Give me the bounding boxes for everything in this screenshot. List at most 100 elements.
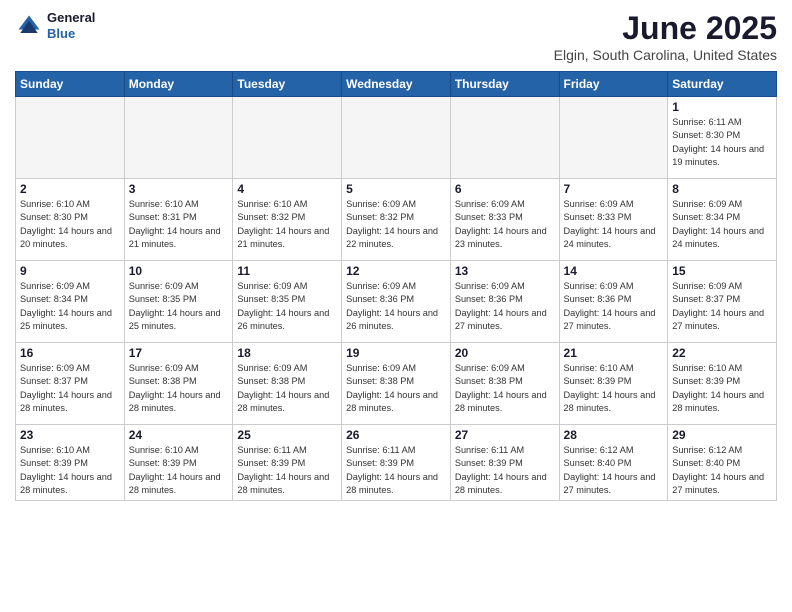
day-number: 25	[237, 428, 337, 442]
day-number: 28	[564, 428, 664, 442]
day-info: Sunrise: 6:10 AMSunset: 8:39 PMDaylight:…	[564, 362, 664, 415]
day-number: 1	[672, 100, 772, 114]
table-row: 27 Sunrise: 6:11 AMSunset: 8:39 PMDayligh…	[450, 425, 559, 501]
table-row: 20Sunrise: 6:09 AMSunset: 8:38 PMDayligh…	[450, 343, 559, 425]
day-number: 27	[455, 428, 555, 442]
day-info: Sunrise: 6:12 AMSunset: 8:40 PMDaylight:…	[564, 444, 664, 497]
day-number: 16	[20, 346, 120, 360]
day-info: Sunrise: 6:12 AMSunset: 8:40 PMDaylight:…	[672, 444, 772, 497]
table-row: 22 Sunrise: 6:10 AMSunset: 8:39 PMDayligh…	[668, 343, 777, 425]
logo: General Blue	[15, 10, 95, 41]
table-row: 17 Sunrise: 6:09 AMSunset: 8:38 PMDayligh…	[124, 343, 233, 425]
table-row	[559, 97, 668, 179]
day-number: 11	[237, 264, 337, 278]
day-number: 2	[20, 182, 120, 196]
table-row: 1 Sunrise: 6:11 AMSunset: 8:30 PMDaylight…	[668, 97, 777, 179]
table-row: 4 Sunrise: 6:10 AMSunset: 8:32 PMDaylight…	[233, 179, 342, 261]
day-info: Sunrise: 6:09 AMSunset: 8:36 PMDaylight:…	[564, 280, 664, 333]
calendar-header-row: Sunday Monday Tuesday Wednesday Thursday…	[16, 72, 777, 97]
table-row: 28 Sunrise: 6:12 AMSunset: 8:40 PMDayligh…	[559, 425, 668, 501]
day-info: Sunrise: 6:09 AMSunset: 8:37 PMDaylight:…	[672, 280, 772, 333]
day-number: 7	[564, 182, 664, 196]
day-number: 9	[20, 264, 120, 278]
col-tuesday: Tuesday	[233, 72, 342, 97]
calendar-week-row: 1 Sunrise: 6:11 AMSunset: 8:30 PMDaylight…	[16, 97, 777, 179]
day-info: Sunrise: 6:11 AMSunset: 8:30 PMDaylight:…	[672, 116, 772, 169]
logo-line1: General	[47, 10, 95, 26]
table-row: 18Sunrise: 6:09 AMSunset: 8:38 PMDayligh…	[233, 343, 342, 425]
table-row: 6Sunrise: 6:09 AMSunset: 8:33 PMDaylight…	[450, 179, 559, 261]
day-info: Sunrise: 6:09 AMSunset: 8:33 PMDaylight:…	[455, 198, 555, 251]
table-row: 15 Sunrise: 6:09 AMSunset: 8:37 PMDayligh…	[668, 261, 777, 343]
header: General Blue June 2025 Elgin, South Caro…	[15, 10, 777, 63]
table-row: 19 Sunrise: 6:09 AMSunset: 8:38 PMDayligh…	[342, 343, 451, 425]
col-thursday: Thursday	[450, 72, 559, 97]
calendar-week-row: 9 Sunrise: 6:09 AMSunset: 8:34 PMDaylight…	[16, 261, 777, 343]
table-row: 14 Sunrise: 6:09 AMSunset: 8:36 PMDayligh…	[559, 261, 668, 343]
calendar-week-row: 2 Sunrise: 6:10 AMSunset: 8:30 PMDaylight…	[16, 179, 777, 261]
day-info: Sunrise: 6:09 AMSunset: 8:34 PMDaylight:…	[20, 280, 120, 333]
day-number: 10	[129, 264, 229, 278]
day-number: 13	[455, 264, 555, 278]
day-info: Sunrise: 6:10 AMSunset: 8:39 PMDaylight:…	[672, 362, 772, 415]
table-row: 7 Sunrise: 6:09 AMSunset: 8:33 PMDaylight…	[559, 179, 668, 261]
day-info: Sunrise: 6:11 AMSunset: 8:39 PMDaylight:…	[455, 444, 555, 497]
table-row: 16Sunrise: 6:09 AMSunset: 8:37 PMDayligh…	[16, 343, 125, 425]
day-info: Sunrise: 6:10 AMSunset: 8:30 PMDaylight:…	[20, 198, 120, 251]
day-info: Sunrise: 6:11 AMSunset: 8:39 PMDaylight:…	[237, 444, 337, 497]
day-info: Sunrise: 6:09 AMSunset: 8:35 PMDaylight:…	[129, 280, 229, 333]
table-row	[450, 97, 559, 179]
day-number: 29	[672, 428, 772, 442]
col-monday: Monday	[124, 72, 233, 97]
calendar-week-row: 16Sunrise: 6:09 AMSunset: 8:37 PMDayligh…	[16, 343, 777, 425]
table-row	[124, 97, 233, 179]
day-info: Sunrise: 6:09 AMSunset: 8:35 PMDaylight:…	[237, 280, 337, 333]
table-row: 29 Sunrise: 6:12 AMSunset: 8:40 PMDayligh…	[668, 425, 777, 501]
table-row: 2 Sunrise: 6:10 AMSunset: 8:30 PMDaylight…	[16, 179, 125, 261]
day-info: Sunrise: 6:10 AMSunset: 8:39 PMDaylight:…	[20, 444, 120, 497]
day-number: 21	[564, 346, 664, 360]
table-row: 12Sunrise: 6:09 AMSunset: 8:36 PMDayligh…	[342, 261, 451, 343]
day-info: Sunrise: 6:09 AMSunset: 8:32 PMDaylight:…	[346, 198, 446, 251]
day-info: Sunrise: 6:10 AMSunset: 8:31 PMDaylight:…	[129, 198, 229, 251]
day-number: 23	[20, 428, 120, 442]
day-number: 4	[237, 182, 337, 196]
table-row: 24 Sunrise: 6:10 AMSunset: 8:39 PMDayligh…	[124, 425, 233, 501]
table-row: 11 Sunrise: 6:09 AMSunset: 8:35 PMDayligh…	[233, 261, 342, 343]
table-row: 8 Sunrise: 6:09 AMSunset: 8:34 PMDaylight…	[668, 179, 777, 261]
day-info: Sunrise: 6:09 AMSunset: 8:38 PMDaylight:…	[346, 362, 446, 415]
table-row: 21 Sunrise: 6:10 AMSunset: 8:39 PMDayligh…	[559, 343, 668, 425]
day-number: 8	[672, 182, 772, 196]
col-friday: Friday	[559, 72, 668, 97]
day-info: Sunrise: 6:09 AMSunset: 8:34 PMDaylight:…	[672, 198, 772, 251]
table-row: 26Sunrise: 6:11 AMSunset: 8:39 PMDayligh…	[342, 425, 451, 501]
logo-text: General Blue	[47, 10, 95, 41]
day-number: 19	[346, 346, 446, 360]
day-info: Sunrise: 6:11 AMSunset: 8:39 PMDaylight:…	[346, 444, 446, 497]
day-info: Sunrise: 6:09 AMSunset: 8:33 PMDaylight:…	[564, 198, 664, 251]
calendar: Sunday Monday Tuesday Wednesday Thursday…	[15, 71, 777, 501]
table-row	[233, 97, 342, 179]
day-number: 15	[672, 264, 772, 278]
day-number: 17	[129, 346, 229, 360]
table-row: 25 Sunrise: 6:11 AMSunset: 8:39 PMDayligh…	[233, 425, 342, 501]
day-number: 24	[129, 428, 229, 442]
day-info: Sunrise: 6:09 AMSunset: 8:36 PMDaylight:…	[455, 280, 555, 333]
col-sunday: Sunday	[16, 72, 125, 97]
day-info: Sunrise: 6:10 AMSunset: 8:39 PMDaylight:…	[129, 444, 229, 497]
day-number: 3	[129, 182, 229, 196]
day-info: Sunrise: 6:10 AMSunset: 8:32 PMDaylight:…	[237, 198, 337, 251]
day-number: 5	[346, 182, 446, 196]
day-number: 14	[564, 264, 664, 278]
table-row	[342, 97, 451, 179]
page: General Blue June 2025 Elgin, South Caro…	[0, 0, 792, 612]
logo-line2: Blue	[47, 26, 95, 42]
title-block: June 2025 Elgin, South Carolina, United …	[554, 10, 777, 63]
day-number: 18	[237, 346, 337, 360]
calendar-week-row: 23 Sunrise: 6:10 AMSunset: 8:39 PMDayligh…	[16, 425, 777, 501]
day-number: 12	[346, 264, 446, 278]
table-row: 13 Sunrise: 6:09 AMSunset: 8:36 PMDayligh…	[450, 261, 559, 343]
day-info: Sunrise: 6:09 AMSunset: 8:38 PMDaylight:…	[129, 362, 229, 415]
table-row: 5 Sunrise: 6:09 AMSunset: 8:32 PMDaylight…	[342, 179, 451, 261]
day-number: 22	[672, 346, 772, 360]
